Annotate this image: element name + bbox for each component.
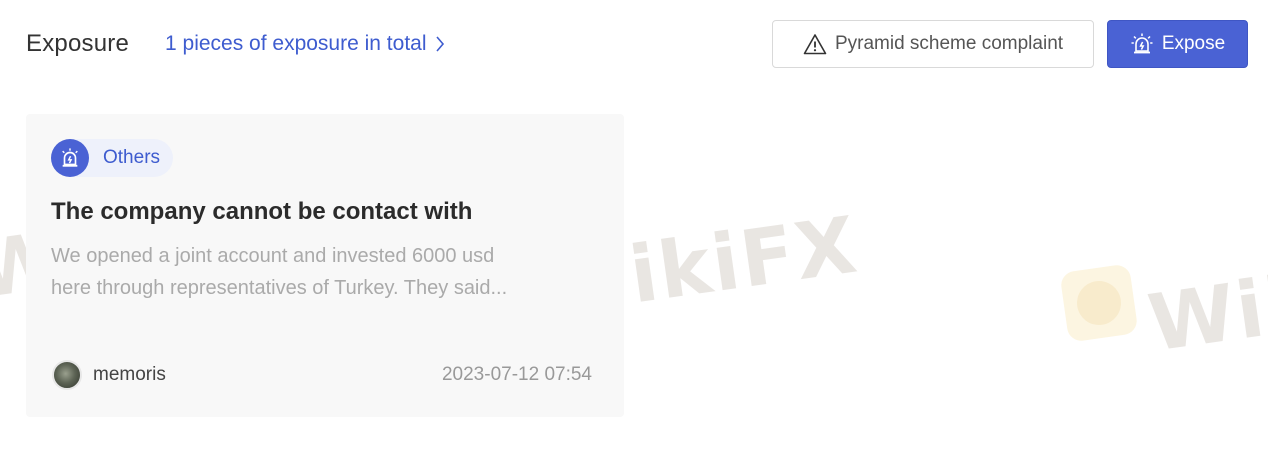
category-tag-label: Others	[103, 147, 161, 168]
header: Exposure 1 pieces of exposure in total P…	[0, 0, 1268, 90]
avatar	[52, 360, 82, 390]
alarm-icon	[1131, 33, 1153, 54]
exposure-excerpt: We opened a joint account and invested 6…	[51, 240, 591, 304]
exposure-count-label: 1 pieces of exposure in total	[165, 32, 427, 55]
exposure-card[interactable]: Others The company cannot be contact wit…	[26, 114, 624, 417]
exposure-count-link[interactable]: 1 pieces of exposure in total	[165, 32, 445, 56]
watermark: WikiFX	[1059, 236, 1268, 370]
author-name: memoris	[93, 364, 166, 385]
exposure-excerpt-line: We opened a joint account and invested 6…	[51, 245, 495, 267]
alarm-icon	[51, 139, 89, 177]
category-tag: Others	[51, 139, 174, 177]
expose-button[interactable]: Expose	[1107, 20, 1248, 68]
watermark-text: WikiFX	[1143, 236, 1268, 370]
wikifx-logo-icon	[1059, 263, 1139, 343]
chevron-right-icon	[435, 36, 444, 52]
pyramid-complaint-label: Pyramid scheme complaint	[834, 33, 1064, 54]
pyramid-complaint-button[interactable]: Pyramid scheme complaint	[772, 20, 1094, 68]
warning-icon	[803, 34, 827, 55]
page-title: Exposure	[26, 30, 129, 57]
exposure-title: The company cannot be contact with	[51, 198, 473, 225]
expose-label: Expose	[1161, 33, 1226, 54]
post-date: 2023-07-12 07:54	[441, 364, 592, 385]
exposure-excerpt-line: here through representatives of Turkey. …	[51, 277, 508, 299]
